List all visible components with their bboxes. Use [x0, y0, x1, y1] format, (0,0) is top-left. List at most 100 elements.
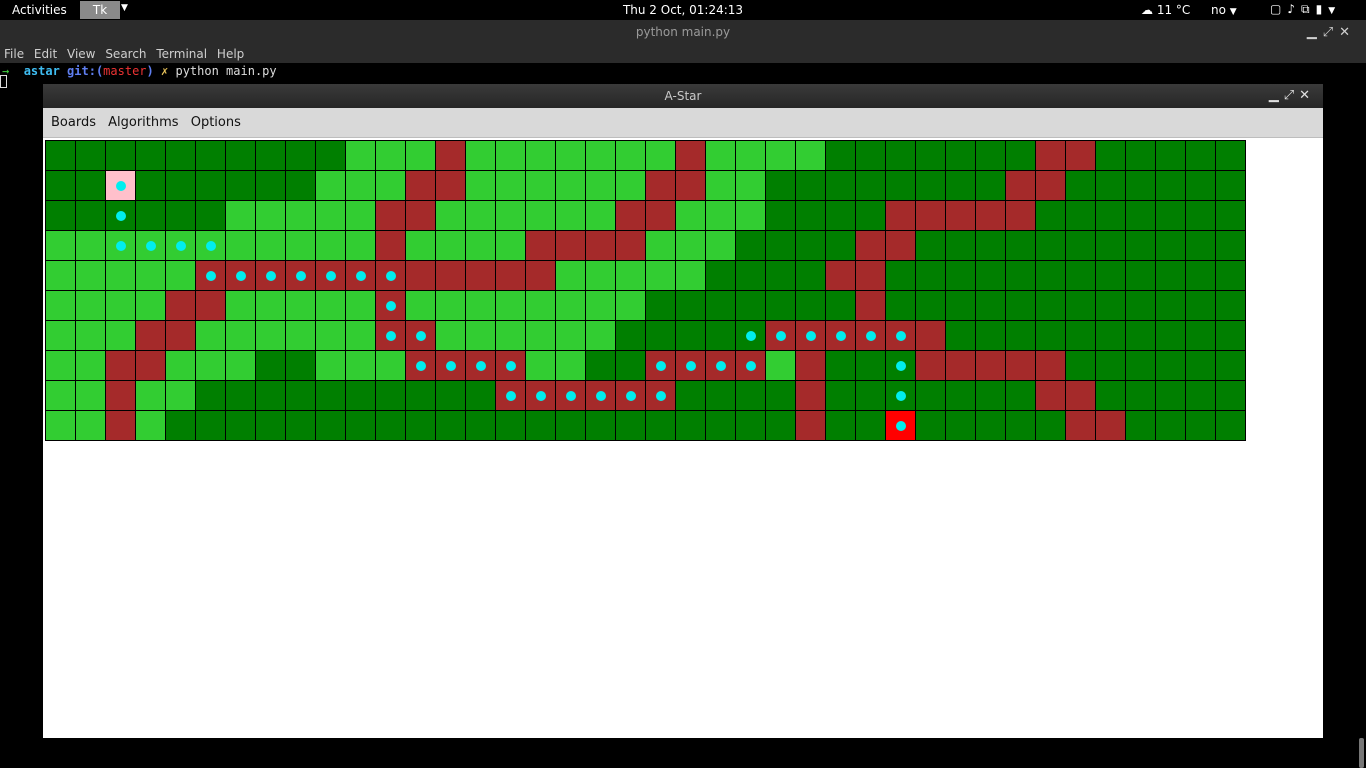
- grid-board[interactable]: [45, 140, 1246, 441]
- grid-cell[interactable]: [615, 200, 646, 231]
- grid-cell[interactable]: [465, 140, 496, 171]
- grid-cell[interactable]: [1155, 230, 1186, 261]
- grid-cell[interactable]: [345, 260, 376, 291]
- grid-cell[interactable]: [405, 140, 436, 171]
- grid-cell[interactable]: [195, 350, 226, 381]
- grid-cell[interactable]: [285, 320, 316, 351]
- grid-cell[interactable]: [705, 170, 736, 201]
- grid-cell[interactable]: [1095, 320, 1126, 351]
- grid-cell[interactable]: [645, 410, 676, 441]
- menu-help[interactable]: Help: [217, 45, 244, 63]
- menu-options[interactable]: Options: [191, 108, 241, 137]
- grid-cell[interactable]: [705, 140, 736, 171]
- grid-cell[interactable]: [495, 290, 526, 321]
- grid-cell[interactable]: [1125, 380, 1156, 411]
- menu-file[interactable]: File: [4, 45, 24, 63]
- grid-cell[interactable]: [1215, 170, 1246, 201]
- grid-cell[interactable]: [525, 260, 556, 291]
- grid-cell[interactable]: [315, 380, 346, 411]
- grid-cell[interactable]: [465, 290, 496, 321]
- grid-cell[interactable]: [105, 260, 136, 291]
- grid-cell[interactable]: [825, 320, 856, 351]
- grid-cell[interactable]: [915, 290, 946, 321]
- close-icon[interactable]: ✕: [1299, 88, 1315, 103]
- grid-cell[interactable]: [555, 320, 586, 351]
- grid-cell[interactable]: [705, 200, 736, 231]
- grid-cell[interactable]: [315, 260, 346, 291]
- grid-cell[interactable]: [315, 140, 346, 171]
- grid-cell[interactable]: [975, 410, 1006, 441]
- grid-cell[interactable]: [1095, 200, 1126, 231]
- grid-cell[interactable]: [345, 200, 376, 231]
- grid-cell[interactable]: [1095, 290, 1126, 321]
- grid-cell[interactable]: [75, 380, 106, 411]
- grid-cell[interactable]: [1035, 320, 1066, 351]
- grid-cell[interactable]: [825, 140, 856, 171]
- grid-cell[interactable]: [435, 140, 466, 171]
- grid-cell[interactable]: [225, 350, 256, 381]
- menu-boards[interactable]: Boards: [51, 108, 96, 137]
- grid-cell[interactable]: [645, 260, 676, 291]
- grid-cell[interactable]: [345, 170, 376, 201]
- grid-cell[interactable]: [345, 380, 376, 411]
- grid-cell[interactable]: [945, 140, 976, 171]
- grid-cell[interactable]: [1185, 350, 1216, 381]
- grid-cell[interactable]: [105, 200, 136, 231]
- grid-cell[interactable]: [135, 320, 166, 351]
- grid-cell[interactable]: [375, 410, 406, 441]
- grid-cell[interactable]: [105, 290, 136, 321]
- grid-cell[interactable]: [855, 260, 886, 291]
- grid-cell[interactable]: [1065, 320, 1096, 351]
- grid-cell[interactable]: [795, 410, 826, 441]
- grid-cell[interactable]: [345, 320, 376, 351]
- grid-cell[interactable]: [825, 380, 856, 411]
- grid-cell[interactable]: [975, 140, 1006, 171]
- grid-cell[interactable]: [375, 170, 406, 201]
- grid-cell[interactable]: [1185, 170, 1216, 201]
- grid-cell[interactable]: [825, 170, 856, 201]
- grid-cell[interactable]: [1005, 290, 1036, 321]
- grid-cell[interactable]: [735, 350, 766, 381]
- grid-cell[interactable]: [915, 350, 946, 381]
- grid-cell[interactable]: [615, 290, 646, 321]
- grid-cell[interactable]: [405, 410, 436, 441]
- grid-cell[interactable]: [945, 290, 976, 321]
- grid-cell[interactable]: [1095, 230, 1126, 261]
- grid-cell[interactable]: [525, 200, 556, 231]
- grid-cell[interactable]: [375, 380, 406, 411]
- chevron-down-icon[interactable]: ▼: [121, 3, 128, 13]
- grid-cell[interactable]: [1005, 350, 1036, 381]
- grid-cell[interactable]: [825, 230, 856, 261]
- grid-cell[interactable]: [855, 320, 886, 351]
- activities-button[interactable]: Activities: [12, 3, 67, 17]
- grid-cell[interactable]: [1095, 140, 1126, 171]
- astar-titlebar[interactable]: A-Star ▁⤢✕: [43, 84, 1323, 108]
- grid-cell[interactable]: [585, 170, 616, 201]
- grid-cell[interactable]: [1005, 260, 1036, 291]
- grid-cell[interactable]: [465, 320, 496, 351]
- grid-cell[interactable]: [195, 260, 226, 291]
- app-menu-button[interactable]: Tk: [80, 1, 120, 19]
- grid-cell[interactable]: [795, 230, 826, 261]
- grid-cell[interactable]: [615, 170, 646, 201]
- grid-cell[interactable]: [1215, 140, 1246, 171]
- grid-cell[interactable]: [195, 140, 226, 171]
- grid-cell[interactable]: [75, 170, 106, 201]
- grid-cell[interactable]: [885, 350, 916, 381]
- grid-cell[interactable]: [885, 320, 916, 351]
- grid-cell[interactable]: [675, 140, 706, 171]
- grid-cell[interactable]: [75, 230, 106, 261]
- grid-cell[interactable]: [1065, 260, 1096, 291]
- grid-cell[interactable]: [75, 200, 106, 231]
- grid-cell[interactable]: [945, 230, 976, 261]
- grid-cell[interactable]: [525, 170, 556, 201]
- grid-cell[interactable]: [735, 320, 766, 351]
- grid-cell[interactable]: [885, 140, 916, 171]
- grid-cell[interactable]: [375, 290, 406, 321]
- grid-cell[interactable]: [705, 290, 736, 321]
- grid-cell[interactable]: [1035, 260, 1066, 291]
- grid-cell[interactable]: [1215, 260, 1246, 291]
- grid-cell[interactable]: [285, 170, 316, 201]
- grid-cell[interactable]: [225, 260, 256, 291]
- grid-cell[interactable]: [1155, 200, 1186, 231]
